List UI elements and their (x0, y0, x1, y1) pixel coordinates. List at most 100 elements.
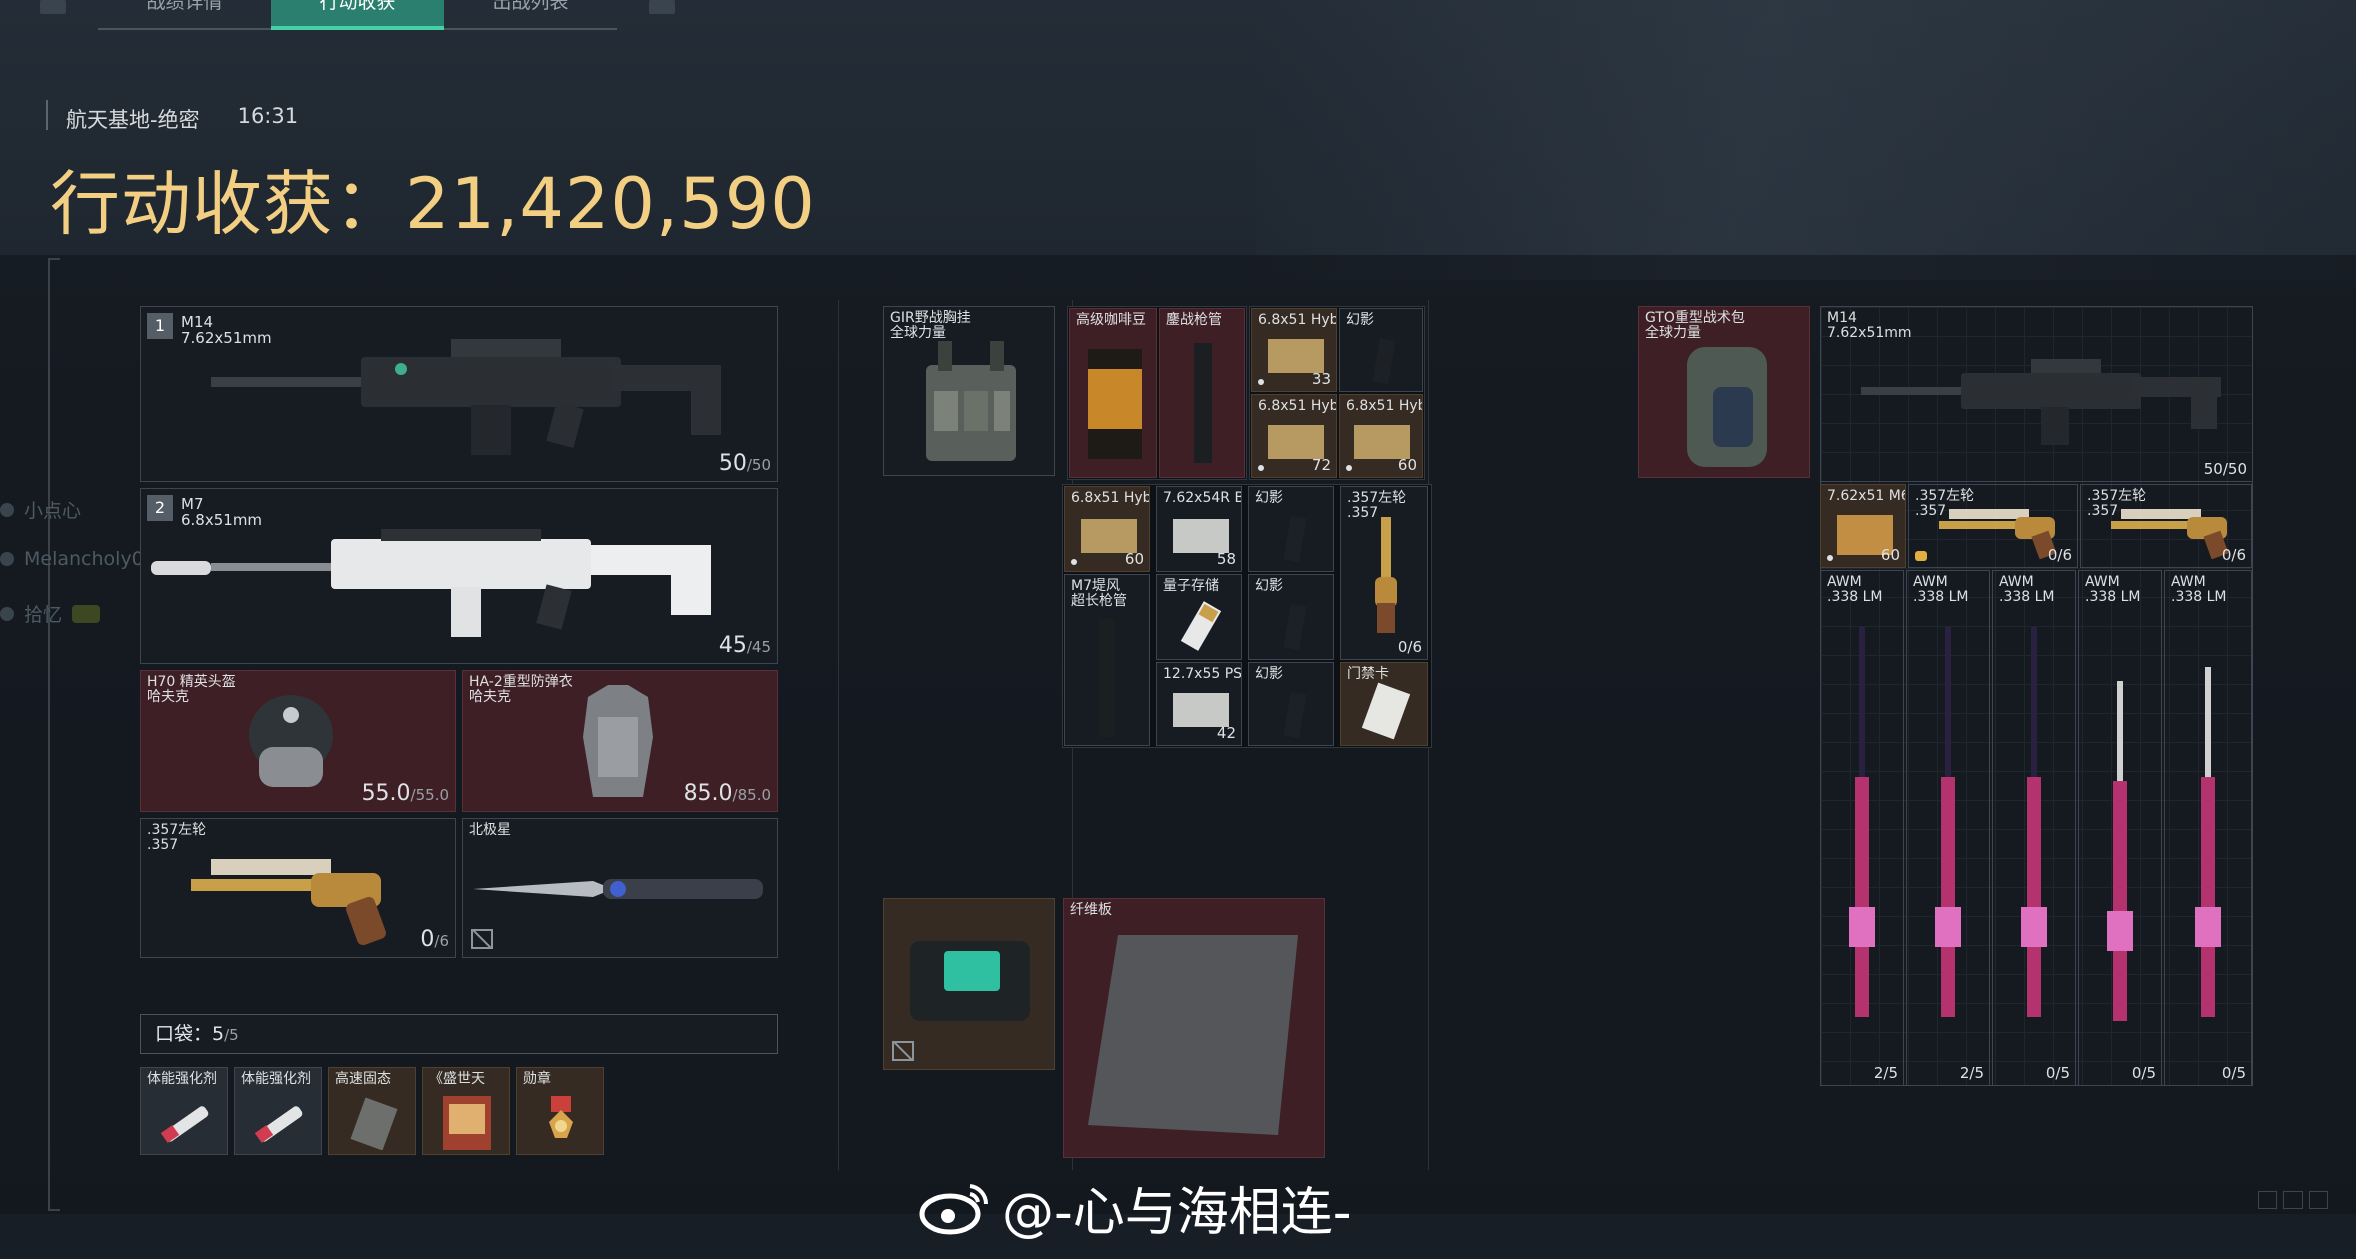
frame-corner (48, 1209, 60, 1211)
helmet-icon (249, 695, 333, 787)
tab-deploy-list[interactable]: 出战列表 (444, 0, 617, 30)
item-count: 60 (1397, 456, 1417, 474)
divider (838, 300, 839, 1170)
ammo-box-icon (1268, 339, 1324, 373)
rig-item[interactable]: 量子存储 (1156, 574, 1242, 660)
item-name: 北极星 (469, 822, 511, 838)
rig-item[interactable]: M7堤风 超长枪管 (1064, 574, 1150, 746)
pocket-label: 口袋： (155, 1023, 213, 1045)
backpack-item[interactable]: 7.62x51 M61 60 (1820, 484, 1906, 568)
pocket-max: /5 (224, 1026, 239, 1044)
ammo-box-icon (1354, 425, 1410, 459)
item-count: 2/5 (1959, 1064, 1984, 1082)
rig-item[interactable]: 鏖战枪管 (1159, 308, 1245, 478)
backpack-slot[interactable]: GTO重型战术包 全球力量 (1638, 306, 1810, 478)
item-caliber: 7.62x51mm (1827, 325, 1912, 341)
ammo-box-icon (1173, 519, 1229, 553)
match-time: 16:31 (237, 104, 299, 128)
rig-item[interactable]: 6.8x51 Hybrid 60 (1064, 486, 1150, 572)
melee-slot[interactable]: 北极星 (462, 818, 778, 958)
corner-icon (2283, 1191, 2303, 1209)
safe-box-icon (910, 941, 1030, 1021)
ammo-box-icon (1081, 519, 1137, 553)
item-name: GIR野战胸挂 (890, 310, 971, 326)
stack-dot (1827, 555, 1833, 561)
item-caliber: .338 LM (1913, 589, 1969, 605)
next-tab-key-icon[interactable] (649, 0, 675, 14)
secondary-weapon-slot[interactable]: 2 M7 6.8x51mm 45/45 (140, 488, 778, 664)
pocket-header: 口袋：5/5 (140, 1014, 778, 1054)
helmet-slot[interactable]: H70 精英头盔 哈夫克 55.0/55.0 (140, 670, 456, 812)
item-count: 0/5 (2131, 1064, 2156, 1082)
revolver-icon (1375, 517, 1397, 633)
player-entry[interactable]: 小点心 (0, 496, 81, 523)
rig-item[interactable]: 高级咖啡豆 (1069, 308, 1157, 478)
rig-item[interactable]: 6.8x51 Hybrid 33 (1251, 308, 1337, 392)
item-count: 72 (1311, 456, 1331, 474)
backpack-item[interactable]: AWM .338 LM 2/5 (1820, 570, 1904, 1086)
ammo-current: 0 (420, 927, 435, 952)
corner-icons (2258, 1191, 2328, 1209)
ammo-count: 0/6 (420, 927, 449, 952)
rig-item[interactable]: 6.8x51 Hybrid 60 (1339, 394, 1423, 478)
rig-item[interactable]: 7.62x54R BT 58 (1156, 486, 1242, 572)
primary-weapon-slot[interactable]: 1 M14 7.62x51mm 50/50 (140, 306, 778, 482)
pocket-item[interactable]: 勋章 (516, 1067, 604, 1155)
backpack-item[interactable]: AWM .338 LM 2/5 (1906, 570, 1990, 1086)
tab-loot[interactable]: 行动收获 (271, 0, 444, 30)
rig-item[interactable]: 幻影 (1248, 574, 1334, 660)
pocket-item[interactable]: 高速固态 (328, 1067, 416, 1155)
safe-box-slot[interactable] (883, 898, 1055, 1070)
item-name: 鏖战枪管 (1166, 312, 1222, 328)
tab-battle-details[interactable]: 战绩详情 (98, 0, 271, 30)
rig-item[interactable]: 幻影 (1248, 662, 1334, 746)
item-name: .357左轮 (147, 822, 207, 838)
rig-item[interactable]: .357左轮 .357 0/6 (1340, 486, 1428, 660)
awm-sniper-icon (2021, 627, 2047, 1017)
chest-rig-slot[interactable]: GIR野战胸挂 全球力量 (883, 306, 1055, 476)
rig-item[interactable]: 幻影 (1339, 308, 1423, 392)
item-name: 幻影 (1255, 666, 1283, 682)
prev-tab-key-icon[interactable] (40, 0, 66, 14)
player-entry[interactable]: 拾忆 (0, 600, 101, 627)
rig-item[interactable]: 门禁卡 (1340, 662, 1428, 746)
backpack-item[interactable]: AWM .338 LM 0/5 (1992, 570, 2076, 1086)
pocket-item[interactable]: 体能强化剂 (140, 1067, 228, 1155)
rig-item[interactable]: 幻影 (1248, 486, 1334, 572)
durability-max: /85.0 (732, 786, 771, 804)
backpack-item[interactable]: AWM .338 LM 0/5 (2164, 570, 2252, 1086)
item-sub: 超长枪管 (1071, 593, 1127, 609)
safe-box-item[interactable]: 纤维板 (1063, 898, 1325, 1158)
item-count: 60 (1124, 550, 1144, 568)
weibo-logo-icon (919, 1183, 989, 1234)
item-name: M7堤风 (1071, 578, 1120, 594)
pocket-item[interactable]: 《盛世天 (422, 1067, 510, 1155)
durability: 85.0/85.0 (684, 781, 771, 806)
pocket-item[interactable]: 体能强化剂 (234, 1067, 322, 1155)
backpack-item[interactable]: .357左轮 .357 0/6 (2080, 484, 2252, 568)
m14-rifle-icon (1861, 359, 2221, 445)
barrel-icon (1099, 619, 1115, 737)
item-label: M14 7.62x51mm (1827, 311, 1912, 341)
item-name: 纤维板 (1070, 902, 1112, 918)
armor-slot[interactable]: HA-2重型防弹衣 哈夫克 85.0/85.0 (462, 670, 778, 812)
backpack-item[interactable]: AWM .338 LM 0/5 (2078, 570, 2162, 1086)
sidearm-slot[interactable]: .357左轮 .357 0/6 (140, 818, 456, 958)
grip-icon (1283, 515, 1307, 563)
coffee-bag-icon (1088, 349, 1142, 459)
ammo-current: 50 (718, 451, 747, 476)
rig-item[interactable]: 6.8x51 Hybrid 72 (1251, 394, 1337, 478)
rig-item[interactable]: 12.7x55 PS12A 42 (1156, 662, 1242, 746)
item-name: 6.8x51 Hybrid (1346, 398, 1422, 414)
book-icon (443, 1096, 491, 1150)
backpack-item[interactable]: .357左轮 .357 0/6 (1908, 484, 2078, 568)
injector-icon (160, 1106, 209, 1143)
item-label: AWM .338 LM (1999, 575, 2055, 605)
ammo-count: 50/50 (719, 451, 771, 476)
no-insure-icon (471, 929, 493, 949)
durability-current: 55.0 (361, 781, 411, 806)
watermark: @-心与海相连- (918, 1170, 1352, 1245)
backpack-item[interactable]: M14 7.62x51mm 50/50 (1820, 306, 2253, 482)
medal-icon (549, 1096, 573, 1138)
m7-rifle-icon (151, 529, 711, 637)
